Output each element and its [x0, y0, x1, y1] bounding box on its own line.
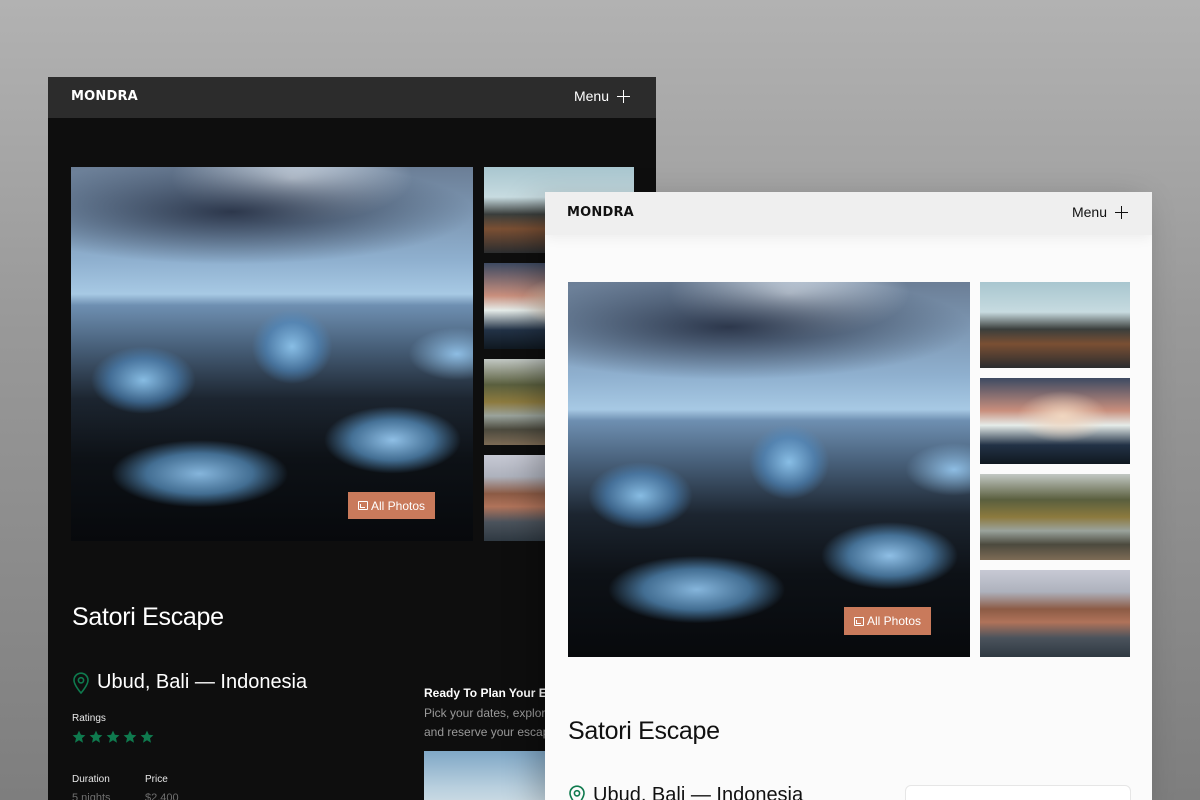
location-text: Ubud, Bali — Indonesia — [97, 671, 308, 693]
menu-button[interactable]: Menu — [574, 88, 630, 104]
star-icon — [72, 730, 86, 743]
star-icon — [89, 730, 103, 743]
all-photos-label: All Photos — [371, 498, 426, 513]
duration-label: Duration — [72, 774, 110, 785]
menu-label: Menu — [573, 88, 609, 104]
price-value: $2,400 — [145, 792, 179, 800]
menu-button[interactable]: Menu — [1072, 204, 1128, 220]
hero-photo[interactable]: All Photos — [71, 167, 473, 541]
brand-logo[interactable]: MONDRA — [71, 89, 138, 104]
listing-title: Satori Escape — [568, 717, 720, 745]
price-label: Price — [145, 774, 168, 785]
ratings-label: Ratings — [72, 713, 106, 724]
listing-title: Satori Escape — [72, 603, 224, 631]
all-photos-button[interactable]: All Photos — [348, 492, 436, 519]
map-pin-icon — [73, 671, 89, 694]
light-theme-window: MONDRA Menu All Photos Satori Escape Ubu… — [545, 192, 1152, 800]
gallery-thumbnail[interactable] — [980, 570, 1130, 657]
gallery-thumbnail[interactable] — [980, 282, 1130, 368]
top-nav: MONDRA Menu — [48, 77, 656, 118]
listing-location: Ubud, Bali — Indonesia — [568, 784, 803, 800]
star-icon — [140, 730, 154, 743]
menu-label: Menu — [1071, 204, 1107, 220]
photos-icon — [854, 616, 864, 626]
top-nav: MONDRA Menu — [545, 192, 1152, 235]
photos-icon — [358, 501, 368, 510]
gallery-thumbnail[interactable] — [980, 378, 1130, 464]
plus-icon — [617, 89, 630, 103]
all-photos-label: All Photos — [867, 614, 922, 628]
brand-logo[interactable]: MONDRA — [567, 205, 634, 220]
location-text: Ubud, Bali — Indonesia — [593, 784, 804, 800]
map-pin-icon — [569, 784, 585, 800]
plan-card — [905, 785, 1131, 800]
all-photos-button[interactable]: All Photos — [844, 607, 932, 635]
rating-stars — [72, 730, 154, 744]
plan-heading: Ready To Plan Your Esc — [424, 686, 561, 700]
hero-photo[interactable]: All Photos — [568, 282, 970, 657]
listing-location: Ubud, Bali — Indonesia — [72, 671, 307, 694]
plus-icon — [1115, 205, 1128, 219]
duration-value: 5 nights — [72, 792, 111, 800]
star-icon — [123, 730, 137, 743]
star-icon — [106, 730, 120, 743]
gallery-thumbnail[interactable] — [980, 474, 1130, 560]
